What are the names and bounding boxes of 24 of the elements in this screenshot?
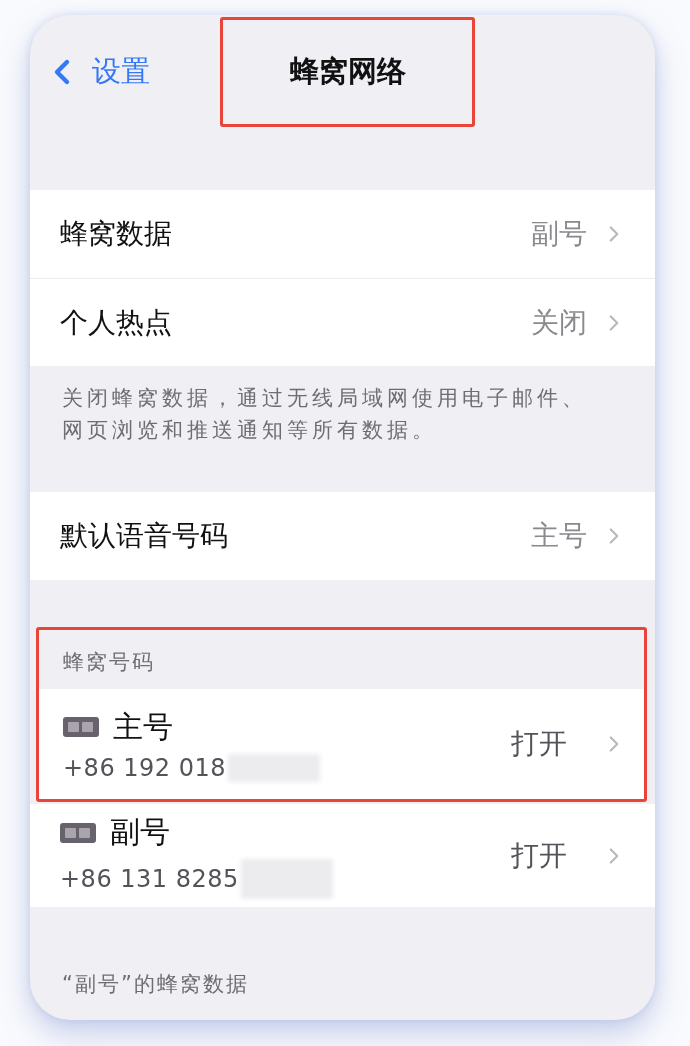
sim-line-status: 打开 bbox=[511, 726, 567, 762]
back-button[interactable]: 设置 bbox=[42, 52, 150, 92]
section-header: 蜂窝号码 bbox=[62, 648, 156, 676]
sim-badge-icon bbox=[63, 717, 99, 737]
row-value: 主号 bbox=[531, 518, 587, 554]
row-value: 关闭 bbox=[531, 304, 587, 341]
phone-number: +86 192 018 bbox=[63, 753, 227, 782]
row-label: 默认语音号码 bbox=[60, 518, 229, 554]
settings-row[interactable]: 默认语音号码 主号 bbox=[30, 492, 655, 580]
sim-badge-icon bbox=[60, 822, 96, 843]
sim-line-name: 主号 bbox=[113, 707, 173, 746]
sim-line-name: 副号 bbox=[110, 813, 170, 851]
settings-row[interactable]: 个人热点 关闭 bbox=[30, 278, 655, 366]
row-value: 副号 bbox=[531, 216, 587, 252]
nav-title: 蜂窝网络 bbox=[289, 53, 406, 90]
sim-line-row[interactable]: 副号 +86 131 8285 打开 bbox=[30, 804, 655, 907]
row-label: 个人热点 bbox=[60, 304, 173, 341]
phone-number: +86 131 8285 bbox=[60, 865, 239, 893]
sim-line-row[interactable]: 主号 +86 192 018 打开 bbox=[39, 689, 644, 799]
row-label: 蜂窝数据 bbox=[60, 216, 173, 252]
settings-row[interactable]: 蜂窝数据 副号 bbox=[30, 190, 655, 278]
group-footnote: 关闭蜂窝数据，通过无线局域网使用电子邮件、网页浏览和推送通知等所有数据。 bbox=[61, 385, 588, 444]
section-header: “副号”的蜂窝数据 bbox=[61, 971, 250, 998]
sim-line-status: 打开 bbox=[511, 837, 567, 874]
